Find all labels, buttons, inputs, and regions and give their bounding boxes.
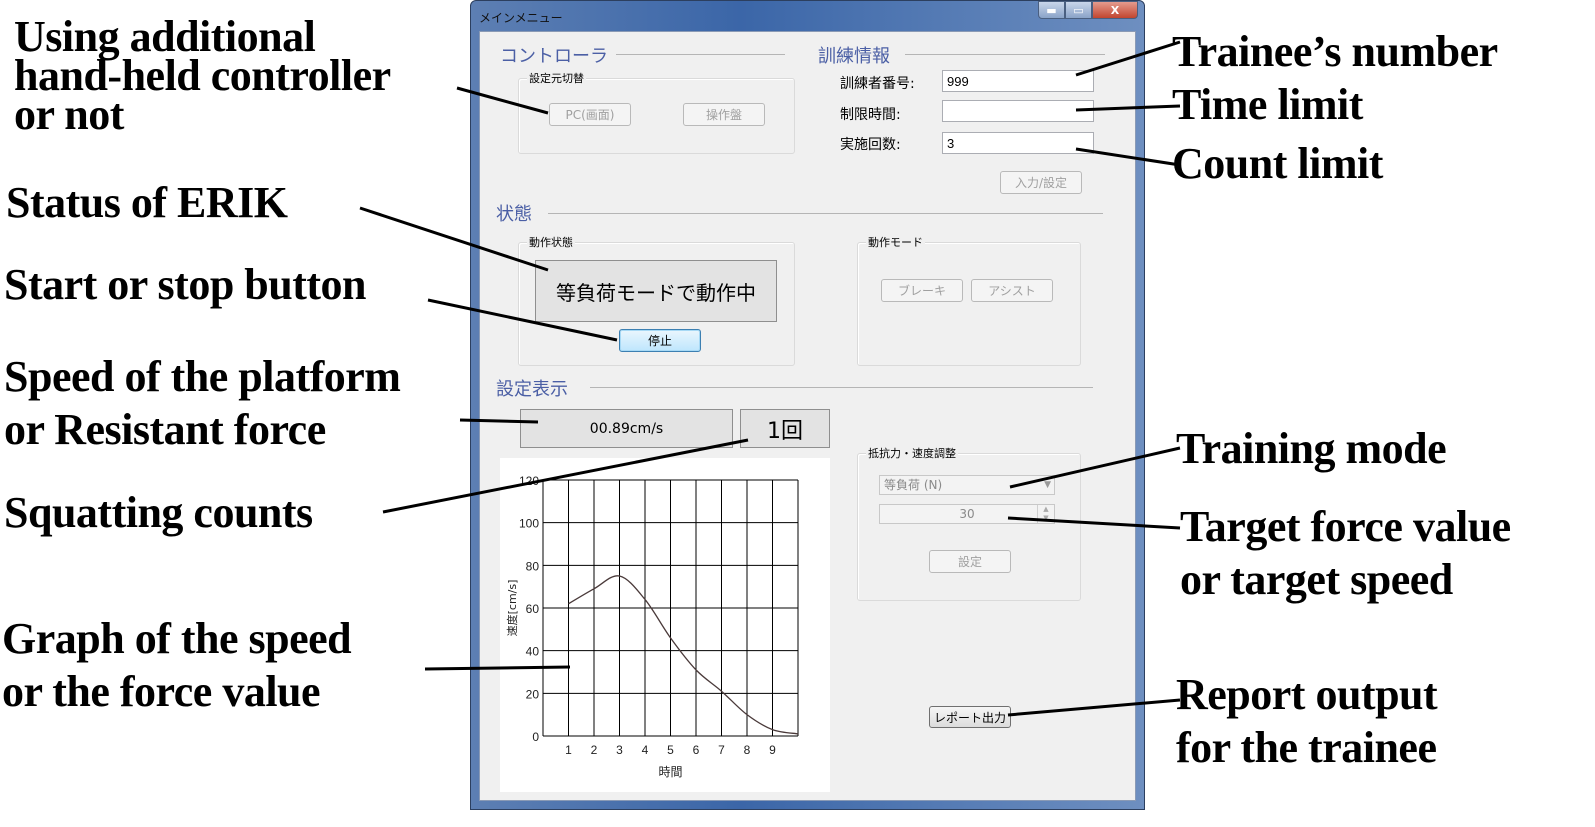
annotation-line: for the trainee [1176,723,1437,772]
time-limit-label: 制限時間: [840,107,901,123]
maximize-icon: ▭ [1073,3,1084,17]
status-section-title: 状態 [496,200,540,226]
title-bar[interactable]: メインメニュー ▬ ▭ X [471,1,1144,31]
divider [600,54,785,55]
y-tick-label: 100 [519,517,539,531]
control-panel-button[interactable]: 操作盤 [683,103,765,126]
annotation-line: or the force value [2,667,321,716]
training-mode-value: 等負荷 (N) [884,478,943,492]
target-value-stepper[interactable]: 30 ▲ ▼ [879,504,1055,524]
x-tick-label: 3 [616,743,623,757]
annotation-graph: Graph of the speed or the force value [2,614,352,717]
annotation-status: Status of ERIK [6,178,288,227]
operation-mode-label: 動作モード [866,234,925,250]
x-tick-label: 1 [565,743,572,757]
target-value: 30 [959,507,975,521]
input-set-button[interactable]: 入力/設定 [1000,171,1082,194]
minimize-icon: ▬ [1046,3,1057,17]
trainee-number-input[interactable] [942,70,1094,92]
x-tick-label: 4 [642,743,649,757]
x-axis-label: 時間 [658,765,682,779]
close-button[interactable]: X [1092,1,1138,19]
main-menu-window: メインメニュー ▬ ▭ X コントローラ 設定元切替 PC(画面) 操作盤 訓練… [470,0,1145,810]
series-line-speed [568,575,799,735]
annotation-line: or Resistant force [4,405,326,454]
y-axis-label: 速度[cm/s] [505,580,519,637]
x-tick-label: 7 [718,743,725,757]
training-info-section-title: 訓練情報 [818,42,898,68]
time-limit-input[interactable] [942,100,1094,122]
annotation-controller: Using additional hand-held controller or… [14,12,391,140]
stepper-buttons[interactable]: ▲ ▼ [1037,505,1054,523]
operation-mode-group: 動作モード [857,234,1081,366]
x-tick-label: 8 [744,743,751,757]
settings-display-section-title: 設定表示 [496,375,576,401]
close-icon: X [1110,3,1120,17]
assist-button[interactable]: アシスト [971,279,1053,302]
stepper-down-icon[interactable]: ▼ [1038,514,1054,523]
x-tick-label: 9 [769,743,776,757]
speed-chart-panel: 0 20 40 60 80 100 120 1 2 3 4 5 6 7 8 9 時間 速度[cm/s] [500,458,830,792]
stepper-up-icon[interactable]: ▲ [1038,505,1054,514]
report-output-button[interactable]: レポート出力 [929,706,1011,728]
annotation-time-limit: Time limit [1172,80,1363,129]
annotation-target: Target force value or target speed [1180,502,1511,605]
speed-chart: 0 20 40 60 80 100 120 1 2 3 4 5 6 7 8 9 時間 速度[cm/s] [505,474,799,779]
annotation-line: Report output [1176,670,1438,719]
count-limit-input[interactable] [942,132,1094,154]
y-tick-label: 40 [526,645,540,659]
force-speed-adjust-label: 抵抗力・速度調整 [866,445,958,461]
annotation-trainee-number: Trainee’s number [1172,27,1498,76]
client-area: コントローラ 設定元切替 PC(画面) 操作盤 訓練情報 訓練者番号: 制限時間… [479,31,1136,801]
count-limit-label: 実施回数: [840,137,901,153]
brake-button[interactable]: ブレーキ [881,279,963,302]
annotation-count-limit: Count limit [1172,139,1383,188]
divider [905,54,1105,55]
controller-section-title: コントローラ [500,42,616,68]
chevron-down-icon: ▼ [1044,480,1051,490]
annotation-line: Graph of the speed [2,614,352,663]
annotation-line: or target speed [1180,555,1453,604]
window-controls: ▬ ▭ X [1038,1,1138,19]
squat-count-readout: 1回 [740,409,830,448]
operation-status-label: 動作状態 [527,234,575,250]
annotation-report: Report output for the trainee [1176,670,1438,773]
x-tick-label: 5 [667,743,674,757]
maximize-button[interactable]: ▭ [1065,1,1092,19]
annotation-line: Speed of the platform [4,352,401,401]
trainee-number-label: 訓練者番号: [840,76,915,92]
divider [548,213,1103,214]
stop-button[interactable]: 停止 [619,329,701,352]
controller-source-label: 設定元切替 [527,70,586,86]
annotation-training-mode: Training mode [1176,424,1447,473]
x-tick-label: 6 [693,743,700,757]
window-title: メインメニュー [479,11,563,25]
divider [590,387,1093,388]
operation-status-display: 等負荷モードで動作中 [535,260,777,322]
y-tick-label: 20 [526,687,540,701]
pc-screen-button[interactable]: PC(画面) [549,103,631,126]
training-mode-select[interactable]: 等負荷 (N) ▼ [879,475,1055,495]
annotation-line: Target force value [1180,502,1511,551]
y-tick-label: 120 [519,474,539,488]
y-tick-label: 0 [532,730,539,744]
annotation-start-stop: Start or stop button [4,260,367,309]
annotation-squat-counts: Squatting counts [4,488,313,537]
x-tick-label: 2 [591,743,598,757]
minimize-button[interactable]: ▬ [1038,1,1065,19]
set-button[interactable]: 設定 [929,550,1011,573]
speed-readout: 00.89cm/s [520,409,733,448]
annotation-speed: Speed of the platform or Resistant force [4,352,401,455]
y-tick-label: 60 [526,602,540,616]
y-tick-label: 80 [526,559,540,573]
